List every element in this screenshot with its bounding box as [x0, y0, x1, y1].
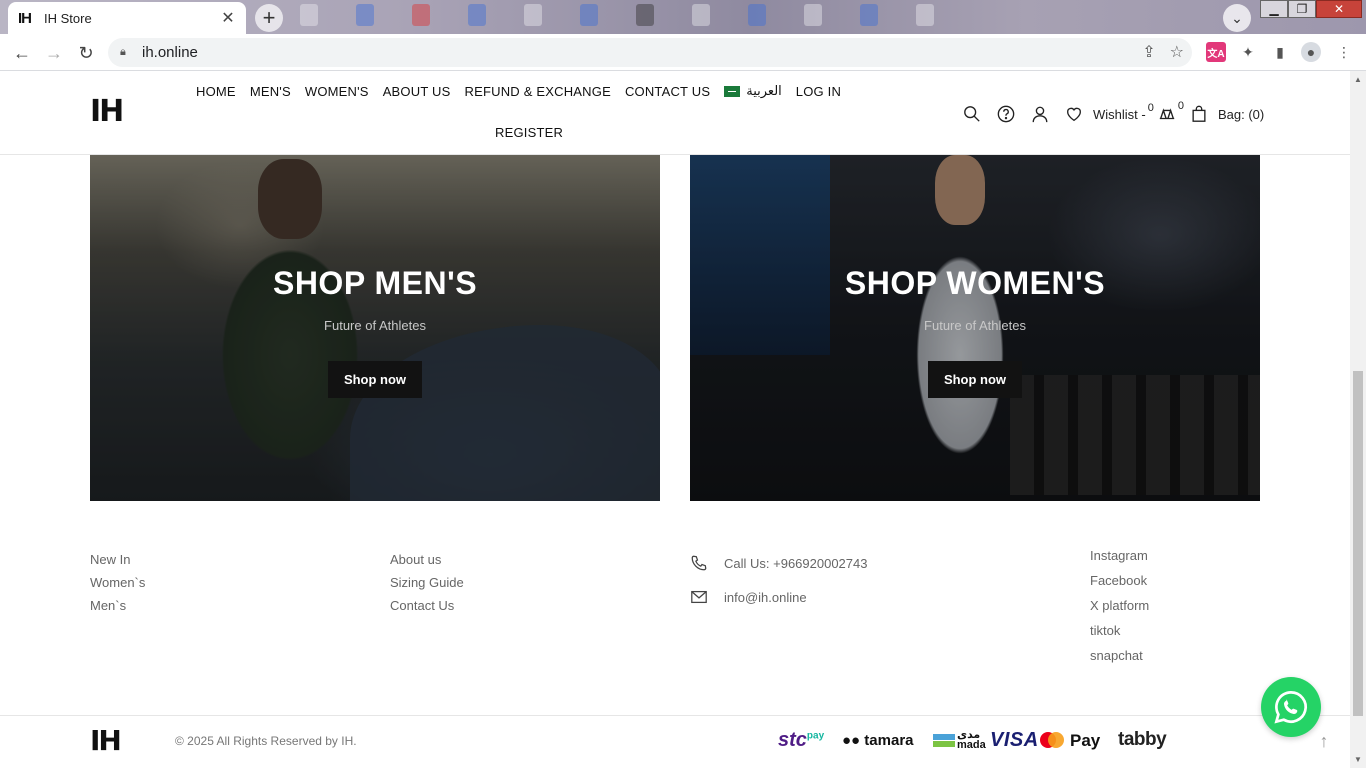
tabby-logo: tabby — [1118, 729, 1167, 750]
scroll-down-arrow[interactable]: ▼ — [1354, 755, 1362, 764]
footer-link-tiktok[interactable]: tiktok — [1090, 618, 1149, 643]
footer-phone[interactable]: Call Us: +966920002743 — [724, 552, 867, 575]
footer-email-row[interactable]: info@ih.online — [690, 580, 867, 614]
bag-label[interactable]: Bag: (0) — [1218, 107, 1264, 122]
translate-extension-icon[interactable]: 文A — [1206, 42, 1226, 62]
browser-menu-icon[interactable]: ⋮ — [1334, 42, 1354, 62]
nav-contact-us[interactable]: CONTACT US — [625, 83, 710, 99]
apple-pay-logo: Pay — [1070, 731, 1101, 750]
share-icon[interactable]: ⇪ — [1142, 42, 1155, 62]
compare-count: 0 — [1177, 100, 1184, 112]
reload-button[interactable]: ↻ — [73, 40, 99, 66]
footer-link-contact-us[interactable]: Contact Us — [390, 594, 464, 617]
footer-link-sizing-guide[interactable]: Sizing Guide — [390, 571, 464, 594]
shop-mens-button[interactable]: Shop now — [327, 361, 423, 398]
browser-tab-active[interactable]: IH IH Store ✕ — [8, 2, 246, 34]
whatsapp-icon — [1274, 691, 1307, 724]
mastercard-logo — [1040, 732, 1064, 748]
extensions-puzzle-icon[interactable]: ✦ — [1238, 42, 1258, 62]
profile-avatar-icon[interactable]: ● — [1301, 42, 1321, 62]
mada-logo: مدى mada — [933, 730, 986, 751]
banner-women-subtitle: Future of Athletes — [924, 318, 1026, 333]
saudi-flag-icon — [724, 85, 741, 97]
window-close-button[interactable]: ✕ — [1316, 0, 1362, 18]
site-header: IH HOME MEN'S WOMEN'S ABOUT US REFUND & … — [0, 71, 1350, 155]
banner-shop-mens[interactable]: SHOP MEN'S Future of Athletes Shop now — [90, 155, 660, 501]
mail-icon — [691, 590, 707, 604]
visa-logo: VISA — [990, 729, 1039, 751]
header-actions: Wishlist -0 0 Bag: (0) — [955, 100, 1264, 125]
whatsapp-chat-button[interactable] — [1261, 677, 1321, 737]
scrollbar-thumb[interactable] — [1353, 371, 1363, 716]
footer-link-new-in[interactable]: New In — [90, 548, 145, 571]
banner-men-subtitle: Future of Athletes — [324, 318, 426, 333]
tab-search-button[interactable]: ⌄ — [1223, 4, 1251, 32]
footer-contact: Call Us: +966920002743 info@ih.online — [690, 546, 867, 614]
tab-title: IH Store — [44, 10, 92, 26]
window-maximize-button[interactable]: ❐ — [1288, 0, 1316, 18]
arrow-up-icon[interactable]: ↑ — [1314, 731, 1334, 751]
page-content: IH HOME MEN'S WOMEN'S ABOUT US REFUND & … — [0, 71, 1350, 768]
address-bar: ← → ↻ 🔒︎ ih.online ⇪ ☆ 文A ✦ ▮ ● ⋮ — [0, 34, 1366, 71]
url-text[interactable]: ih.online — [142, 44, 198, 61]
nav-mens[interactable]: MEN'S — [250, 83, 291, 99]
footer-link-instagram[interactable]: Instagram — [1090, 543, 1149, 568]
side-panel-icon[interactable]: ▮ — [1270, 42, 1290, 62]
nav-register[interactable]: REGISTER — [495, 125, 563, 140]
footer-email[interactable]: info@ih.online — [724, 586, 807, 609]
footer-link-snapchat[interactable]: snapchat — [1090, 643, 1149, 668]
nav-about-us[interactable]: ABOUT US — [383, 83, 451, 99]
footer-link-about-us[interactable]: About us — [390, 548, 464, 571]
search-icon[interactable] — [955, 103, 989, 125]
footer-shop-links: New In Women`s Men`s — [90, 548, 145, 617]
back-button[interactable]: ← — [9, 40, 35, 66]
scroll-up-arrow[interactable]: ▲ — [1354, 75, 1362, 84]
wishlist-label[interactable]: Wishlist -0 — [1093, 102, 1154, 122]
omnibox[interactable]: 🔒︎ ih.online ⇪ ☆ — [108, 38, 1192, 67]
nav-home[interactable]: HOME — [196, 83, 236, 99]
tab-close-icon[interactable]: ✕ — [220, 8, 236, 28]
language-label: العربية — [746, 83, 782, 98]
footer-link-facebook[interactable]: Facebook — [1090, 568, 1149, 593]
copyright-text: © 2025 All Rights Reserved by IH. — [175, 734, 357, 748]
footer-phone-row[interactable]: Call Us: +966920002743 — [690, 546, 867, 580]
forward-button[interactable]: → — [41, 40, 67, 66]
footer-link-x-platform[interactable]: X platform — [1090, 593, 1149, 618]
footer-logo[interactable]: IH — [90, 724, 122, 757]
user-icon[interactable] — [1023, 103, 1057, 125]
nav-login[interactable]: LOG IN — [796, 83, 841, 99]
footer-link-womens[interactable]: Women`s — [90, 571, 145, 594]
footer-bottom-bar: IH © 2025 All Rights Reserved by IH. stc… — [0, 715, 1350, 768]
bag-icon[interactable] — [1184, 103, 1214, 125]
banner-shop-womens[interactable]: SHOP WOMEN'S Future of Athletes Shop now — [690, 155, 1260, 501]
banner-women-title: SHOP WOMEN'S — [844, 265, 1106, 301]
compare-icon[interactable] — [1154, 103, 1180, 125]
footer-social-links: Instagram Facebook X platform tiktok sna… — [1090, 543, 1149, 668]
page-scrollbar[interactable]: ▲ ▼ — [1350, 71, 1366, 768]
shop-womens-button[interactable]: Shop now — [927, 361, 1023, 398]
nav-language-arabic[interactable]: العربية — [724, 83, 782, 99]
nav-refund-exchange[interactable]: REFUND & EXCHANGE — [465, 83, 611, 99]
tab-favicon: IH — [18, 9, 32, 27]
banner-men-title: SHOP MEN'S — [272, 265, 478, 301]
phone-icon — [691, 555, 707, 571]
footer-link-mens[interactable]: Men`s — [90, 594, 145, 617]
new-tab-button[interactable]: + — [255, 4, 283, 32]
lock-icon[interactable]: 🔒︎ — [120, 46, 134, 59]
heart-icon[interactable] — [1057, 103, 1091, 125]
footer-info-links: About us Sizing Guide Contact Us — [390, 548, 464, 617]
nav-womens[interactable]: WOMEN'S — [305, 83, 369, 99]
help-icon[interactable] — [989, 103, 1023, 125]
background-taskbar-icons — [300, 4, 1200, 30]
tamara-logo: ●● tamara — [842, 732, 914, 749]
window-minimize-button[interactable]: ▁ — [1260, 0, 1288, 18]
browser-tab-bar: IH IH Store ✕ + ⌄ ▁ ❐ ✕ — [0, 0, 1366, 34]
stc-pay-logo: stcpay — [778, 729, 825, 751]
site-logo[interactable]: IH — [90, 94, 124, 129]
bookmark-star-icon[interactable]: ☆ — [1170, 42, 1184, 62]
wishlist-count: 0 — [1147, 101, 1154, 114]
